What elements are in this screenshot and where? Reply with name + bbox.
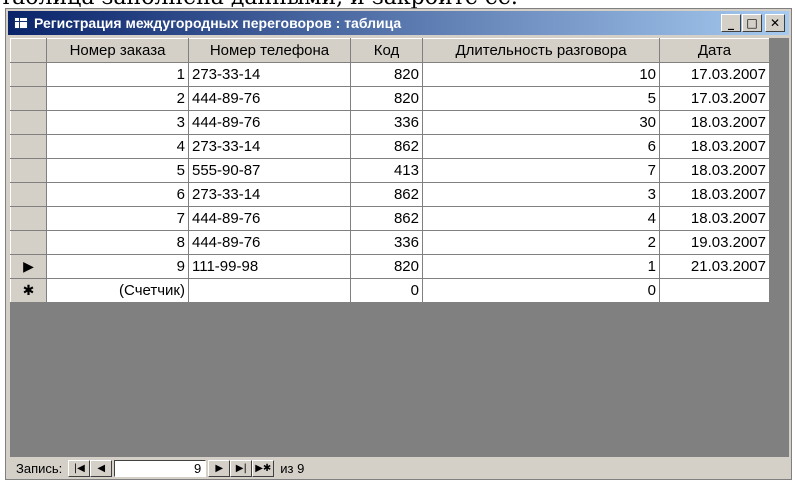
table-window: Регистрация междугородных переговоров : … xyxy=(5,8,792,480)
table-cell[interactable]: 5 xyxy=(46,158,189,183)
table-row[interactable]: 8 444-89-76 336 2 19.03.2007 xyxy=(10,230,770,255)
table-row[interactable]: 1 273-33-14 820 10 17.03.2007 xyxy=(10,62,770,87)
table-cell[interactable]: 8 xyxy=(46,230,189,255)
next-record-icon[interactable]: ▶ xyxy=(208,459,231,477)
column-header[interactable]: Дата xyxy=(659,38,770,63)
table-row[interactable]: 2 444-89-76 820 5 17.03.2007 xyxy=(10,86,770,111)
table-cell[interactable]: 111-99-98 xyxy=(188,254,351,279)
table-cell[interactable]: 820 xyxy=(350,62,423,87)
table-cell[interactable]: 18.03.2007 xyxy=(659,158,770,183)
table-cell[interactable]: 1 xyxy=(422,254,660,279)
table-cell[interactable]: 5 xyxy=(422,86,660,111)
table-cell[interactable]: 4 xyxy=(422,206,660,231)
table-cell[interactable]: 820 xyxy=(350,254,423,279)
maximize-icon[interactable]: □ xyxy=(742,14,762,32)
column-header[interactable]: Номер заказа xyxy=(46,38,189,63)
table-row[interactable]: 3 444-89-76 336 30 18.03.2007 xyxy=(10,110,770,135)
column-header[interactable]: Код xyxy=(350,38,423,63)
table-cell[interactable]: 10 xyxy=(422,62,660,87)
table-row[interactable]: 6 273-33-14 862 3 18.03.2007 xyxy=(10,182,770,207)
table-cell[interactable]: 413 xyxy=(350,158,423,183)
table-cell[interactable]: 444-89-76 xyxy=(188,110,351,135)
row-selector[interactable] xyxy=(10,230,47,255)
table-cell[interactable]: 7 xyxy=(422,158,660,183)
row-selector[interactable]: ▶ xyxy=(10,254,47,279)
new-row-marker-icon[interactable]: ✱ xyxy=(10,278,47,303)
table-cell[interactable]: 3 xyxy=(422,182,660,207)
table-cell[interactable]: 444-89-76 xyxy=(188,86,351,111)
table-cell[interactable]: 0 xyxy=(422,278,660,303)
datasheet-table: Номер заказа Номер телефона Код Длительност… xyxy=(10,38,770,303)
corner-selector[interactable] xyxy=(10,38,47,63)
table-row[interactable]: 5 555-90-87 413 7 18.03.2007 xyxy=(10,158,770,183)
table-cell[interactable]: 18.03.2007 xyxy=(659,206,770,231)
new-record-icon[interactable]: ▶✱ xyxy=(252,459,275,477)
row-selector[interactable] xyxy=(10,206,47,231)
header-row: Номер заказа Номер телефона Код Длительност… xyxy=(10,38,770,63)
table-cell[interactable]: 273-33-14 xyxy=(188,182,351,207)
column-header[interactable]: Номер телефона xyxy=(188,38,351,63)
table-cell[interactable]: 2 xyxy=(422,230,660,255)
table-cell[interactable]: 17.03.2007 xyxy=(659,86,770,111)
window-title: Регистрация междугородных переговоров : … xyxy=(34,15,402,31)
table-icon xyxy=(14,17,28,29)
row-selector[interactable] xyxy=(10,182,47,207)
new-record-row[interactable]: ✱ (Счетчик) 0 0 xyxy=(10,278,770,303)
row-selector[interactable] xyxy=(10,110,47,135)
table-cell[interactable]: 444-89-76 xyxy=(188,206,351,231)
table-cell[interactable]: 555-90-87 xyxy=(188,158,351,183)
table-cell[interactable]: 3 xyxy=(46,110,189,135)
table-cell[interactable]: 862 xyxy=(350,134,423,159)
table-cell[interactable]: 444-89-76 xyxy=(188,230,351,255)
first-record-icon[interactable]: |◀ xyxy=(68,459,91,477)
last-record-icon[interactable]: ▶| xyxy=(230,459,253,477)
row-selector[interactable] xyxy=(10,134,47,159)
table-cell[interactable]: 2 xyxy=(46,86,189,111)
datasheet-grid[interactable]: Номер заказа Номер телефона Код Длительност… xyxy=(10,38,789,457)
table-cell[interactable]: 30 xyxy=(422,110,660,135)
minimize-icon[interactable]: _ xyxy=(721,14,741,32)
table-cell[interactable]: 18.03.2007 xyxy=(659,134,770,159)
row-selector[interactable] xyxy=(10,62,47,87)
table-cell[interactable]: 9 xyxy=(46,254,189,279)
table-cell[interactable]: 273-33-14 xyxy=(188,62,351,87)
table-cell[interactable] xyxy=(188,278,351,303)
table-row[interactable]: 7 444-89-76 862 4 18.03.2007 xyxy=(10,206,770,231)
record-total: из 9 xyxy=(280,460,305,476)
table-cell[interactable]: 862 xyxy=(350,182,423,207)
table-cell[interactable]: 273-33-14 xyxy=(188,134,351,159)
table-cell[interactable]: 820 xyxy=(350,86,423,111)
table-cell[interactable]: 0 xyxy=(350,278,423,303)
record-label: Запись: xyxy=(16,460,63,476)
page-caption-text: таблица заполнена данными, и закройте ее… xyxy=(0,0,795,8)
table-cell[interactable]: 19.03.2007 xyxy=(659,230,770,255)
column-header[interactable]: Длительность разговора xyxy=(422,38,660,63)
table-cell[interactable]: 336 xyxy=(350,230,423,255)
table-cell[interactable]: 18.03.2007 xyxy=(659,182,770,207)
table-cell[interactable]: 4 xyxy=(46,134,189,159)
table-cell[interactable]: 7 xyxy=(46,206,189,231)
window-titlebar[interactable]: Регистрация междугородных переговоров : … xyxy=(8,11,789,35)
row-selector[interactable] xyxy=(10,158,47,183)
row-selector[interactable] xyxy=(10,86,47,111)
table-cell[interactable]: 6 xyxy=(46,182,189,207)
table-row[interactable]: ▶ 9 111-99-98 820 1 21.03.2007 xyxy=(10,254,770,279)
table-cell[interactable]: 1 xyxy=(46,62,189,87)
table-cell[interactable]: 862 xyxy=(350,206,423,231)
record-navigator: Запись: |◀ ◀ 9 ▶ ▶| ▶✱ из 9 xyxy=(10,458,789,478)
table-cell[interactable]: 21.03.2007 xyxy=(659,254,770,279)
window-controls: _ □ ✕ xyxy=(720,14,785,32)
previous-record-icon[interactable]: ◀ xyxy=(90,459,113,477)
close-icon[interactable]: ✕ xyxy=(765,14,785,32)
record-number-input[interactable]: 9 xyxy=(114,459,207,477)
table-cell[interactable] xyxy=(659,278,770,303)
table-cell[interactable]: 6 xyxy=(422,134,660,159)
table-row[interactable]: 4 273-33-14 862 6 18.03.2007 xyxy=(10,134,770,159)
table-cell[interactable]: 18.03.2007 xyxy=(659,110,770,135)
table-cell[interactable]: 17.03.2007 xyxy=(659,62,770,87)
table-cell[interactable]: (Счетчик) xyxy=(46,278,189,303)
table-cell[interactable]: 336 xyxy=(350,110,423,135)
